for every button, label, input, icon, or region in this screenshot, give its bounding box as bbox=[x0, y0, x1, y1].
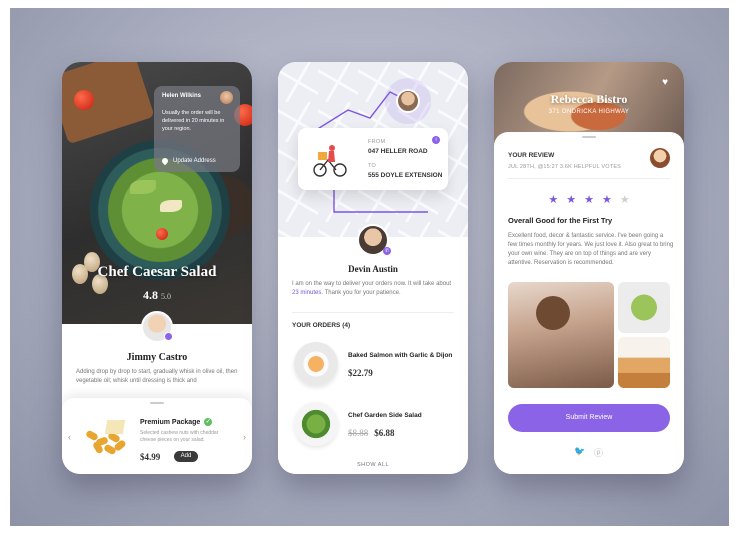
order-name: Baked Salmon with Garlic & Dijon bbox=[348, 352, 453, 359]
twitter-icon[interactable]: 🐦 bbox=[574, 446, 585, 457]
check-icon: ✓ bbox=[204, 418, 213, 426]
avatar[interactable] bbox=[650, 148, 670, 168]
avatar bbox=[220, 91, 233, 104]
dish-description: Adding drop by drop to start, gradually … bbox=[76, 369, 238, 384]
driver-message-text: . Thank you for your patience. bbox=[321, 290, 401, 296]
leaf-decor bbox=[130, 180, 156, 194]
star-empty-icon[interactable]: ★ bbox=[620, 193, 630, 206]
phone-dish-detail: Helen Wilkins Usually the order will be … bbox=[62, 62, 252, 474]
to-address: 555 DOYLE EXTENSION bbox=[368, 172, 443, 179]
dish-hero-image: Helen Wilkins Usually the order will be … bbox=[62, 62, 252, 324]
phone-review: ♥ Rebecca Bistro 371 ONDRICKA HIGHWAY YO… bbox=[494, 62, 684, 474]
review-photo-pancakes[interactable] bbox=[618, 337, 670, 388]
delivery-map[interactable]: FROM 047 HELLER ROAD TO 555 DOYLE EXTENS… bbox=[278, 62, 468, 237]
courier-avatar[interactable] bbox=[396, 89, 420, 113]
package-title: Premium Package bbox=[140, 418, 201, 426]
orders-header: YOUR ORDERS (4) bbox=[292, 322, 351, 329]
from-label: FROM bbox=[368, 139, 386, 145]
chef-name: Jimmy Castro bbox=[126, 352, 188, 363]
from-address: 047 HELLER ROAD bbox=[368, 148, 428, 155]
package-title-row: Premium Package ✓ bbox=[140, 418, 213, 426]
delivery-rider-icon bbox=[313, 145, 347, 177]
restaurant-name: Rebecca Bistro bbox=[550, 92, 628, 106]
popup-message: Usually the order will be delivered in 2… bbox=[162, 110, 225, 132]
review-title: Overall Good for the First Try bbox=[508, 216, 613, 225]
divider bbox=[292, 312, 454, 313]
rating-value: 4.8 bbox=[143, 288, 158, 302]
review-photo-salad[interactable] bbox=[618, 282, 670, 333]
chevron-left-icon[interactable]: ‹ bbox=[68, 432, 71, 442]
package-card: ‹ › Premium Package ✓ Selected cashew nu… bbox=[62, 398, 252, 474]
star-filled-icon[interactable]: ★ bbox=[602, 193, 612, 206]
rating-max: 5.0 bbox=[161, 292, 171, 301]
heart-icon[interactable]: ♥ bbox=[662, 77, 668, 88]
phone-call-icon[interactable]: ✆ bbox=[383, 247, 391, 255]
dish-title: Chef Caesar Salad bbox=[97, 264, 217, 280]
divider bbox=[508, 178, 670, 179]
tomato-decor bbox=[74, 90, 94, 110]
review-photo-main[interactable] bbox=[508, 282, 614, 388]
dish-rating: 4.8 5.0 bbox=[62, 288, 252, 303]
driver-message: I am on the way to deliver your orders n… bbox=[292, 280, 458, 298]
drag-handle[interactable] bbox=[150, 402, 164, 404]
cherry-tomato-decor bbox=[156, 228, 168, 240]
showcase-backdrop: Helen Wilkins Usually the order will be … bbox=[10, 8, 729, 526]
delivery-info-popup: Helen Wilkins Usually the order will be … bbox=[154, 86, 240, 172]
order-image-salmon bbox=[294, 342, 338, 386]
star-rating[interactable]: ★ ★ ★ ★ ★ bbox=[494, 190, 684, 208]
driver-name: Devin Austin bbox=[348, 264, 398, 274]
review-sheet: YOUR REVIEW JUL 28TH, @15:27 3.6K HELPFU… bbox=[494, 132, 684, 474]
info-icon[interactable]: i bbox=[432, 136, 440, 144]
review-meta: JUL 28TH, @15:27 3.6K HELPFUL VOTES bbox=[508, 164, 622, 170]
star-filled-icon[interactable]: ★ bbox=[584, 193, 594, 206]
route-card: FROM 047 HELLER ROAD TO 555 DOYLE EXTENS… bbox=[298, 128, 448, 190]
eta-highlight: 23 minutes bbox=[292, 290, 322, 296]
add-package-button[interactable]: Add bbox=[174, 451, 198, 462]
package-price: $4.99 bbox=[140, 452, 161, 462]
submit-review-button[interactable]: Submit Review bbox=[508, 404, 670, 432]
phone-delivery-tracking: FROM 047 HELLER ROAD TO 555 DOYLE EXTENS… bbox=[278, 62, 468, 474]
location-pin-icon bbox=[160, 156, 170, 166]
package-description: Selected cashew nuts with cheddar cheese… bbox=[140, 430, 219, 443]
restaurant-address: 371 ONDRICKA HIGHWAY bbox=[548, 109, 630, 115]
cheese-decor bbox=[104, 420, 126, 434]
old-price: $8.88 bbox=[348, 428, 369, 438]
drag-handle[interactable] bbox=[582, 136, 596, 138]
pinterest-icon[interactable]: ⓟ bbox=[594, 446, 603, 459]
show-all-link[interactable]: SHOW ALL bbox=[278, 462, 468, 468]
review-body: Excellent food, decor & fantastic servic… bbox=[508, 233, 674, 266]
driver-message-text: I am on the way to deliver your orders n… bbox=[292, 281, 452, 287]
order-name: Chef Garden Side Salad bbox=[348, 412, 422, 419]
chevron-right-icon[interactable]: › bbox=[243, 432, 246, 442]
review-header: YOUR REVIEW bbox=[508, 152, 555, 159]
update-address-button[interactable]: Update Address bbox=[160, 156, 216, 166]
star-filled-icon[interactable]: ★ bbox=[548, 193, 558, 206]
star-filled-icon[interactable]: ★ bbox=[566, 193, 576, 206]
parmesan-decor bbox=[160, 200, 182, 212]
update-address-label: Update Address bbox=[173, 158, 216, 164]
online-status-dot bbox=[164, 332, 173, 341]
order-price: $8.88 $6.88 bbox=[348, 428, 395, 438]
package-image bbox=[84, 416, 130, 456]
to-label: TO bbox=[368, 163, 377, 169]
new-price: $6.88 bbox=[374, 428, 395, 438]
chef-avatar[interactable] bbox=[141, 311, 173, 343]
order-price: $22.79 bbox=[348, 368, 373, 378]
order-image-salad bbox=[294, 402, 338, 446]
